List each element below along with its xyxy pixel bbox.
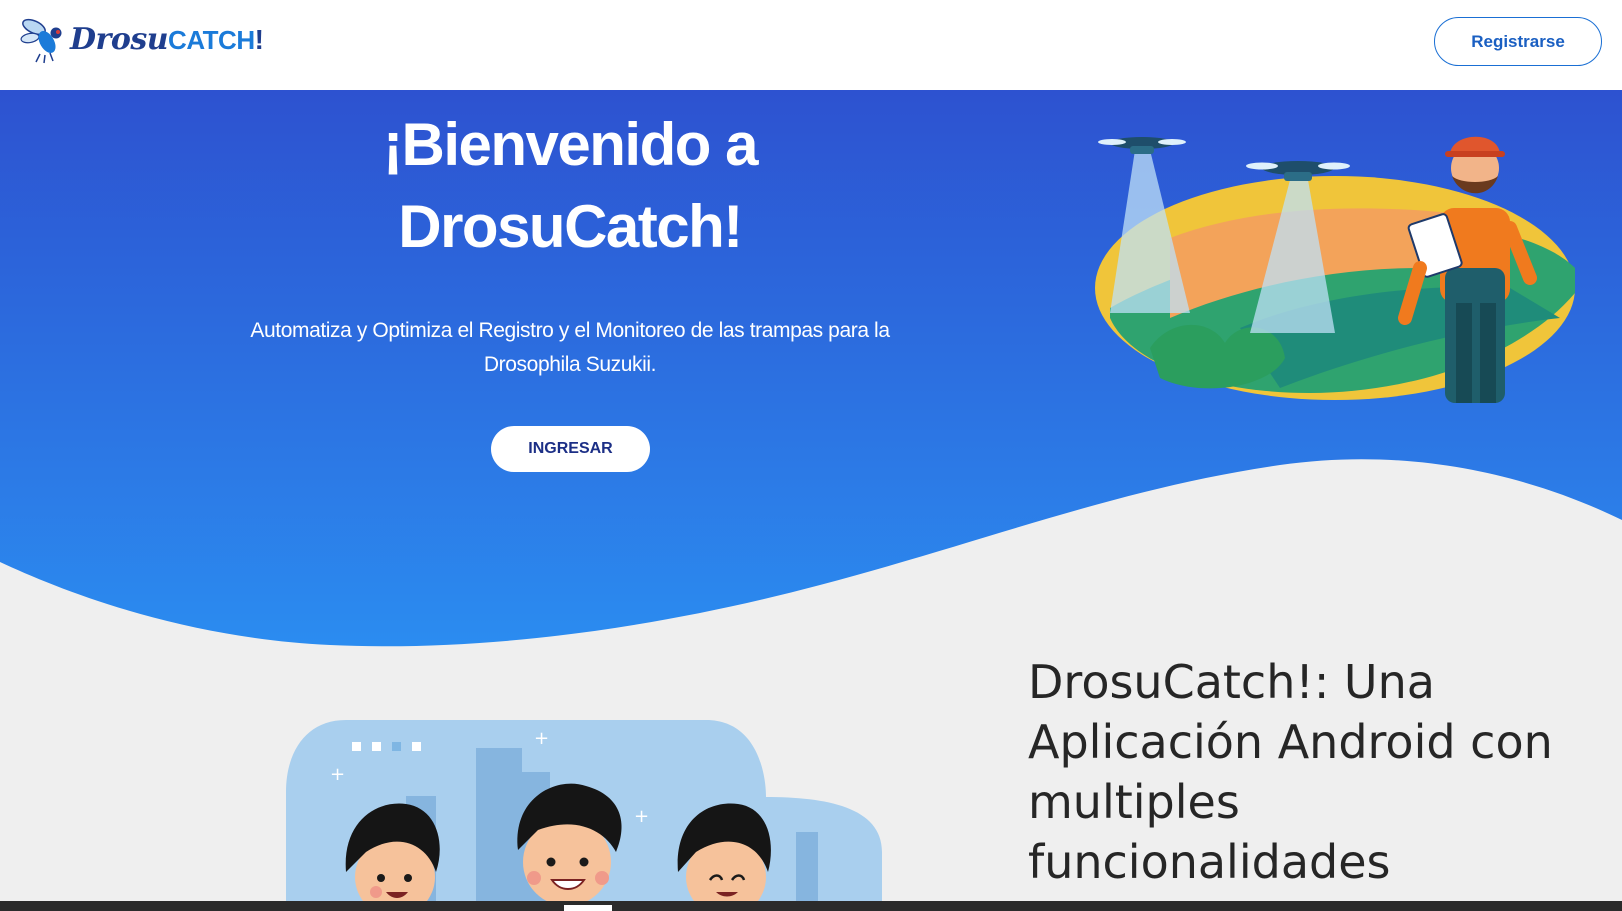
logo-text: DrosuCATCH! [70,21,264,57]
svg-text:+: + [634,806,649,827]
section-title-line2: Aplicación Android con [1028,715,1553,769]
section-title-line1: DrosuCatch!: Una [1028,655,1435,709]
hero-title: ¡Bienvenido a DrosuCatch! [230,104,910,268]
svg-text:+: + [534,728,549,749]
section-title-line3: multiples [1028,775,1240,829]
hero-title-line1: ¡Bienvenido a [383,111,758,178]
landing-page: DrosuCATCH! Registrarse ¡Bienvenido a Dr… [0,0,1622,911]
logo-drosu: Drosu [70,21,169,57]
logo-bang: ! [254,23,264,55]
top-navbar: DrosuCATCH! Registrarse [0,0,1622,90]
register-button[interactable]: Registrarse [1434,17,1602,66]
farmer-drones-illustration [1095,136,1575,403]
section-title-line4: funcionalidades [1028,835,1391,889]
horizontal-scrollbar[interactable] [0,901,1622,911]
hero-title-line2: DrosuCatch! [398,193,743,260]
section-title: DrosuCatch!: Una Aplicación Android con … [1028,652,1608,892]
hero-subtitle-line1: Automatiza y Optimiza el Registro y el M… [250,319,890,342]
people-illustration: + + + [286,720,882,902]
brand-logo[interactable]: DrosuCATCH! [20,14,264,64]
ingresar-button[interactable]: INGRESAR [491,426,650,472]
fly-icon [20,18,62,64]
hero-subtitle-line2: Drosophila Suzukii. [483,353,657,376]
logo-catch: CATCH [168,24,255,55]
scrollbar-thumb[interactable] [564,905,612,911]
svg-text:+: + [330,764,345,785]
hero-subtitle: Automatiza y Optimiza el Registro y el M… [220,314,920,382]
